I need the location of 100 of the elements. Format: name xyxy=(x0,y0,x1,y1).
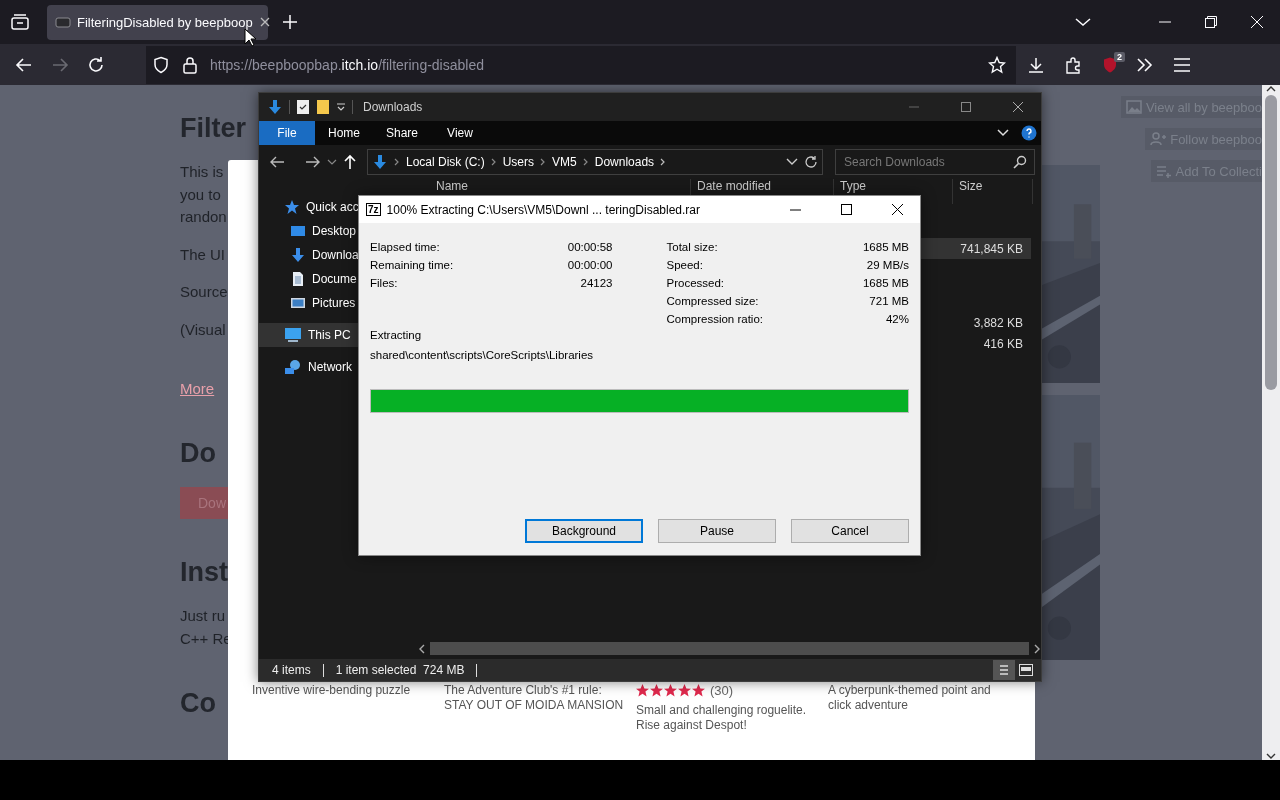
chevron-down-icon[interactable] xyxy=(997,129,1009,137)
chevron-right-icon[interactable] xyxy=(490,158,497,166)
game-description: Inventive wire-bending puzzle xyxy=(252,683,412,698)
chevron-right-icon[interactable] xyxy=(660,158,667,166)
plus-icon xyxy=(282,14,298,30)
game-description: The Adventure Club's #1 rule: STAY OUT OF MOIDA MANSION xyxy=(444,683,625,713)
ribbon-tab[interactable]: Share xyxy=(373,121,431,145)
text-fragment: Just ru xyxy=(180,606,226,626)
search-icon[interactable] xyxy=(1013,155,1027,169)
download-icon[interactable] xyxy=(1027,55,1045,74)
text-fragment: randon xyxy=(180,207,228,227)
menu-icon[interactable] xyxy=(1173,56,1191,73)
text-fragment: (Visual xyxy=(180,319,227,340)
section-heading: Do xyxy=(180,437,217,470)
stat-label: Processed: xyxy=(666,277,725,289)
monitor-icon xyxy=(290,223,306,239)
breadcrumb[interactable]: VM5 xyxy=(552,155,577,169)
section-heading: Inst xyxy=(180,556,229,589)
ribbon-tab[interactable]: File xyxy=(259,121,315,145)
stat-value: 00:00:00 xyxy=(567,259,613,271)
breadcrumb[interactable]: Local Disk (C:) xyxy=(406,155,485,169)
reload-icon[interactable] xyxy=(86,54,106,75)
stat-value: 1685 MB xyxy=(862,277,909,289)
lock-icon[interactable] xyxy=(182,55,198,74)
stat-value: 721 MB xyxy=(869,295,909,307)
address-field[interactable]: Local Disk (C:) Users VM5 Downloads xyxy=(367,149,823,175)
restore-icon[interactable] xyxy=(1205,16,1217,28)
maximize-icon xyxy=(841,204,852,215)
stat-value: 24123 xyxy=(580,277,613,289)
dialog-button[interactable]: Cancel xyxy=(791,519,909,543)
computer-icon xyxy=(284,327,302,343)
scrollbar[interactable] xyxy=(1262,85,1280,760)
chevron-right-icon[interactable] xyxy=(582,158,589,166)
scroll-down-icon[interactable] xyxy=(1266,752,1276,760)
details-view-button[interactable] xyxy=(993,660,1015,680)
document-icon xyxy=(290,271,306,287)
browser-tab[interactable]: FilteringDisabled by beepboop xyxy=(47,4,268,40)
image-icon xyxy=(290,295,306,311)
minimize-icon xyxy=(790,208,801,211)
properties-icon[interactable] xyxy=(296,99,310,115)
shield-icon[interactable] xyxy=(152,55,170,74)
ribbon-tab[interactable]: Home xyxy=(315,121,373,145)
close-icon[interactable] xyxy=(1251,16,1263,28)
help-icon[interactable] xyxy=(1021,125,1037,141)
stat-label: Compression ratio: xyxy=(666,313,763,325)
stat-label: Total size: xyxy=(666,241,718,253)
dialog-button[interactable]: Background xyxy=(525,519,643,543)
dropdown-icon[interactable] xyxy=(327,158,337,166)
star-icon[interactable] xyxy=(988,55,1006,74)
file-path: shared\content\scripts\CoreScripts\Libraries xyxy=(370,348,595,362)
chevron-right-icon[interactable] xyxy=(540,158,547,166)
back-icon[interactable] xyxy=(269,155,285,169)
stat-value: 00:00:58 xyxy=(567,241,613,253)
maximize-icon xyxy=(961,102,971,112)
star-icon xyxy=(284,199,300,215)
game-description: A cyberpunk-themed point and click adventure xyxy=(828,683,992,713)
selection-info: 1 item selected 724 MB xyxy=(335,663,465,677)
forward-icon[interactable] xyxy=(305,155,321,169)
window-title: Downloads xyxy=(363,100,424,114)
refresh-icon[interactable] xyxy=(804,155,818,169)
horizontal-scrollbar[interactable] xyxy=(418,641,1041,656)
stat-label: Files: xyxy=(370,277,398,289)
notification-badge: 2 xyxy=(1114,51,1125,62)
dropdown-icon[interactable] xyxy=(786,158,798,166)
download-icon xyxy=(290,247,306,263)
stat-value: 29 MB/s xyxy=(866,259,909,271)
scrollbar-thumb[interactable] xyxy=(1265,95,1277,390)
nav-item[interactable]: Pictures xyxy=(259,291,418,315)
app-logo: 7z xyxy=(366,203,381,216)
column-header[interactable]: Size xyxy=(953,179,1033,204)
globe-icon xyxy=(284,359,302,375)
stat-label: Remaining time: xyxy=(370,259,454,271)
scroll-left-icon xyxy=(418,643,426,654)
ribbon-tab[interactable]: View xyxy=(431,121,489,145)
scroll-up-icon[interactable] xyxy=(1266,85,1276,93)
up-icon[interactable] xyxy=(343,154,357,170)
user-add-icon xyxy=(1150,132,1167,146)
item-count: 4 items xyxy=(272,663,311,677)
rating-count: (30) xyxy=(710,682,734,698)
scroll-right-icon xyxy=(1033,643,1041,654)
list-icon xyxy=(1000,664,1008,676)
puzzle-icon[interactable] xyxy=(1064,55,1082,74)
star-icon xyxy=(650,683,663,697)
dropdown-icon[interactable] xyxy=(336,102,346,112)
folder-icon[interactable] xyxy=(316,99,330,115)
chevron-right-icon[interactable] xyxy=(394,158,400,166)
close-icon[interactable] xyxy=(258,16,271,28)
overflow-icon[interactable] xyxy=(1135,55,1155,74)
image-icon xyxy=(1125,100,1142,114)
breadcrumb[interactable]: Users xyxy=(502,155,535,169)
nav-item[interactable]: Desktop xyxy=(259,219,418,243)
text-fragment: Source xyxy=(180,282,229,302)
close-icon xyxy=(892,204,903,215)
stat-value: 42% xyxy=(885,313,909,325)
address-bar[interactable]: https://beepboopbap.itch.io/filtering-disabled xyxy=(146,45,1016,84)
search-field[interactable]: Search Downloads xyxy=(835,149,1035,175)
dialog-button[interactable]: Pause xyxy=(658,519,776,543)
star-icon xyxy=(692,683,705,697)
stat-label: Elapsed time: xyxy=(370,241,440,253)
breadcrumb[interactable]: Downloads xyxy=(594,155,655,169)
